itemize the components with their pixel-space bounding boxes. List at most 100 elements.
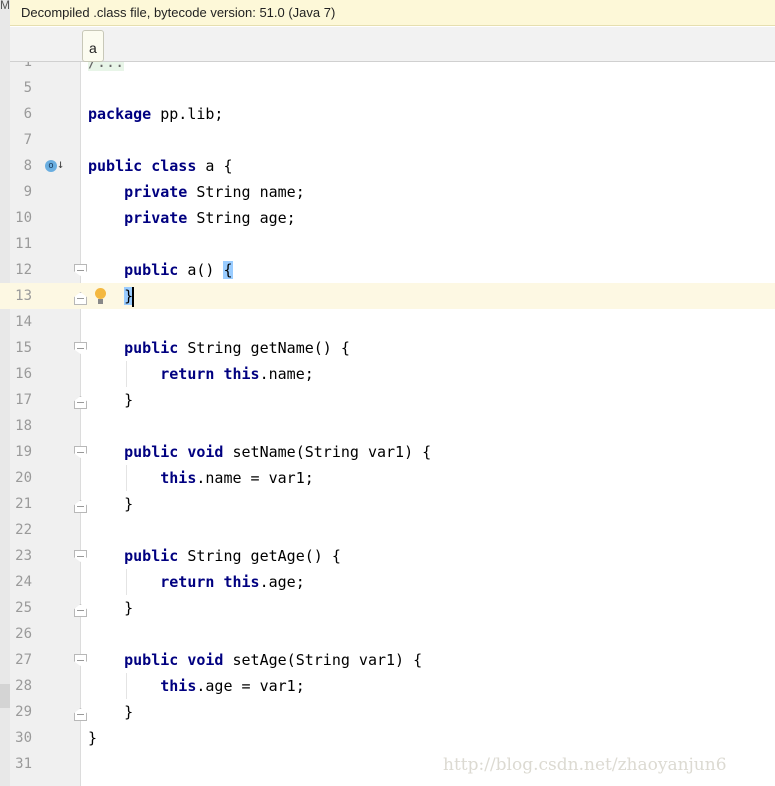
line-number[interactable]: 5 — [10, 75, 32, 101]
code-line[interactable]: 20 this.name = var1; — [0, 465, 775, 491]
keyword: this — [160, 469, 197, 487]
line-number[interactable]: 17 — [10, 387, 32, 413]
folded-header: /... — [88, 62, 125, 71]
code-line[interactable]: 19 public void setName(String var1) { — [0, 439, 775, 465]
line-number[interactable]: 7 — [10, 127, 32, 153]
line-number[interactable]: 31 — [10, 751, 32, 777]
code-line[interactable]: 7 — [0, 127, 775, 153]
line-number[interactable]: 10 — [10, 205, 32, 231]
fold-open-icon[interactable] — [74, 550, 87, 562]
code-line[interactable]: 18 — [0, 413, 775, 439]
code-line[interactable]: 28 this.age = var1; — [0, 673, 775, 699]
code-line[interactable]: 6 package pp.lib; — [0, 101, 775, 127]
code-token: String getName() { — [178, 339, 350, 357]
keyword: private — [124, 183, 188, 201]
code-line[interactable]: 10 private String age; — [0, 205, 775, 231]
code-line[interactable]: 5 — [0, 75, 775, 101]
code-text: public String getAge() { — [88, 543, 341, 569]
code-text: return this.name; — [88, 361, 314, 387]
line-number[interactable]: 30 — [10, 725, 32, 751]
keyword: void — [187, 651, 224, 669]
line-number[interactable]: 26 — [10, 621, 32, 647]
code-text: } — [88, 595, 133, 621]
code-token: .name = var1; — [196, 469, 314, 487]
code-line[interactable]: 14 — [0, 309, 775, 335]
line-number[interactable]: 15 — [10, 335, 32, 361]
code-line[interactable]: 1 /... — [0, 62, 775, 75]
line-number[interactable]: 27 — [10, 647, 32, 673]
breadcrumb-item[interactable]: a — [82, 30, 104, 62]
line-number[interactable]: 24 — [10, 569, 32, 595]
code-line[interactable]: 23 public String getAge() { — [0, 543, 775, 569]
fold-open-icon[interactable] — [74, 342, 87, 354]
code-line[interactable]: 13 } — [0, 283, 775, 309]
code-line[interactable]: 30} — [0, 725, 775, 751]
code-line[interactable]: 21 } — [0, 491, 775, 517]
code-line[interactable]: 22 — [0, 517, 775, 543]
code-text: } — [88, 387, 133, 413]
keyword: package — [88, 105, 152, 123]
keyword: return — [160, 365, 215, 383]
code-token: String getAge() { — [178, 547, 341, 565]
keyword: this — [223, 365, 260, 383]
code-token: .name; — [259, 365, 314, 383]
matched-brace: { — [223, 261, 233, 279]
line-number[interactable]: 18 — [10, 413, 32, 439]
line-number[interactable]: 12 — [10, 257, 32, 283]
line-number[interactable]: 16 — [10, 361, 32, 387]
code-text: public a() { — [88, 257, 233, 283]
code-text: this.name = var1; — [88, 465, 314, 491]
fold-open-icon[interactable] — [74, 446, 87, 458]
line-number[interactable]: 13 — [10, 283, 32, 309]
code-line[interactable]: 15 public String getName() { — [0, 335, 775, 361]
code-line[interactable]: 29 } — [0, 699, 775, 725]
line-number[interactable]: 19 — [10, 439, 32, 465]
line-number[interactable]: 21 — [10, 491, 32, 517]
code-line[interactable]: 9 private String name; — [0, 179, 775, 205]
code-line[interactable]: 11 — [0, 231, 775, 257]
line-number[interactable]: 11 — [10, 231, 32, 257]
fold-close-icon[interactable] — [74, 292, 87, 305]
code-editor[interactable]: 1 /... 5 6 package pp.lib; 7 8 o ↓ public class a… — [0, 62, 775, 786]
overrides-icon[interactable]: o — [45, 160, 57, 172]
keyword: public — [124, 651, 179, 669]
code-token: .age; — [259, 573, 305, 591]
line-number[interactable]: 23 — [10, 543, 32, 569]
fold-close-icon[interactable] — [74, 708, 87, 721]
line-number[interactable]: 20 — [10, 465, 32, 491]
line-number[interactable]: 22 — [10, 517, 32, 543]
code-text: public void setAge(String var1) { — [88, 647, 422, 673]
code-line[interactable]: 17 } — [0, 387, 775, 413]
code-text: /... — [88, 62, 125, 75]
code-line[interactable]: 8 o ↓ public class a { — [0, 153, 775, 179]
code-token: .age = var1; — [196, 677, 305, 695]
line-number[interactable]: 6 — [10, 101, 32, 127]
code-line[interactable]: 27 public void setAge(String var1) { — [0, 647, 775, 673]
line-number[interactable]: 9 — [10, 179, 32, 205]
line-number[interactable]: 1 — [10, 62, 32, 75]
code-line[interactable]: 26 — [0, 621, 775, 647]
fold-close-icon[interactable] — [74, 604, 87, 617]
line-number[interactable]: 14 — [10, 309, 32, 335]
line-number[interactable]: 28 — [10, 673, 32, 699]
code-text: public String getName() { — [88, 335, 350, 361]
fold-close-icon[interactable] — [74, 396, 87, 409]
keyword: public — [88, 157, 143, 175]
line-number[interactable]: 29 — [10, 699, 32, 725]
line-number[interactable]: 8 — [10, 153, 32, 179]
code-line[interactable]: 12 public a() { — [0, 257, 775, 283]
code-text: public void setName(String var1) { — [88, 439, 431, 465]
code-line[interactable]: 24 return this.age; — [0, 569, 775, 595]
fold-open-icon[interactable] — [74, 264, 87, 276]
code-line[interactable]: 16 return this.name; — [0, 361, 775, 387]
line-number[interactable]: 25 — [10, 595, 32, 621]
code-line[interactable]: 25 } — [0, 595, 775, 621]
keyword: return — [160, 573, 215, 591]
fold-open-icon[interactable] — [74, 654, 87, 666]
fold-close-icon[interactable] — [74, 500, 87, 513]
